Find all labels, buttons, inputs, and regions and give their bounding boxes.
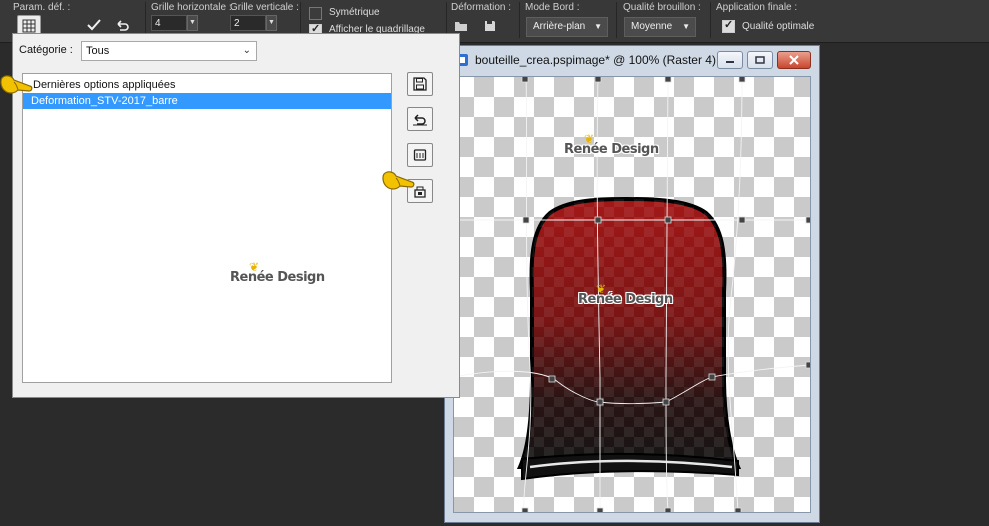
grid-horizontal-input[interactable]: 4 — [151, 15, 187, 31]
image-window-title: bouteille_crea.pspimage* @ 100% (Raster … — [475, 53, 716, 67]
edge-mode-value: Arrière-plan — [533, 21, 586, 32]
toolbar-separator — [519, 2, 520, 38]
resource-icon — [413, 149, 427, 161]
preset-properties-button[interactable] — [407, 143, 433, 167]
list-item-label: Deformation_STV-2017_barre — [31, 95, 178, 107]
draft-quality-label: Qualité brouillon : — [623, 2, 701, 13]
final-apply-label: Application finale : — [716, 2, 798, 13]
grid-vertical-label: Grille verticale : — [230, 2, 299, 13]
grid-horizontal-label: Grille horizontale : — [151, 2, 232, 13]
pointing-hand-icon — [0, 75, 33, 94]
preset-list[interactable]: Dernières options appliquées Deformation… — [22, 73, 392, 383]
close-icon — [789, 55, 799, 65]
reset-preset-button[interactable] — [407, 107, 433, 131]
grid-horizontal-spinner[interactable]: ▼ — [187, 15, 198, 31]
pointing-hand-icon — [382, 171, 415, 190]
edge-mode-label: Mode Bord : — [525, 2, 580, 13]
chevron-down-icon: ▼ — [682, 22, 690, 31]
save-preset-button[interactable] — [407, 72, 433, 96]
image-window[interactable]: bouteille_crea.pspimage* @ 100% (Raster … — [444, 45, 820, 523]
check-icon: ✓ — [724, 19, 734, 31]
maximize-icon — [755, 56, 765, 64]
toolbar-separator — [616, 2, 617, 38]
draft-quality-value: Moyenne — [631, 21, 673, 32]
watermark-text: Renée Design — [564, 142, 659, 157]
list-item-selected[interactable]: Deformation_STV-2017_barre — [23, 93, 391, 109]
folder-icon — [455, 22, 467, 31]
list-item-label: Dernières options appliquées — [33, 79, 176, 91]
minimize-button[interactable] — [717, 51, 743, 69]
chevron-down-icon: ⌄ — [242, 45, 251, 56]
optimal-quality-label: Qualité optimale — [742, 21, 815, 32]
watermark-text: Renée Design — [578, 292, 673, 307]
save-deformation-button[interactable] — [481, 16, 499, 36]
close-button[interactable] — [777, 51, 811, 69]
undo-icon — [117, 20, 129, 31]
toolbar-separator — [710, 2, 711, 38]
reset-button[interactable] — [111, 15, 133, 35]
save-icon — [485, 21, 495, 31]
presets-dialog[interactable]: Catégorie : Tous ⌄ Dernières options app… — [12, 33, 460, 398]
grid-vertical-spinner[interactable]: ▼ — [266, 15, 277, 31]
checkmark-icon — [87, 19, 101, 31]
maximize-button[interactable] — [747, 51, 773, 69]
grid-vertical-input[interactable]: 2 — [230, 15, 266, 31]
draft-quality-dropdown[interactable]: Moyenne ▼ — [624, 17, 696, 37]
presets-label: Param. déf. : — [13, 2, 71, 13]
category-value: Tous — [86, 45, 110, 57]
watermark-text: Renée Design — [230, 270, 325, 285]
image-window-titlebar[interactable]: bouteille_crea.pspimage* @ 100% (Raster … — [445, 46, 819, 74]
minimize-icon — [726, 61, 734, 63]
edge-mode-dropdown[interactable]: Arrière-plan ▼ — [526, 17, 608, 37]
undo-icon — [413, 114, 427, 126]
floppy-disk-icon — [413, 77, 427, 91]
optimal-quality-checkbox[interactable]: ✓ — [722, 19, 735, 33]
category-dropdown[interactable]: Tous ⌄ — [81, 41, 257, 61]
symmetric-label: Symétrique — [329, 7, 380, 18]
category-label: Catégorie : — [19, 44, 73, 56]
list-item[interactable]: Dernières options appliquées — [23, 77, 391, 93]
bottle-base — [521, 452, 739, 481]
apply-button[interactable] — [83, 15, 105, 35]
bottle-texture — [520, 199, 738, 467]
deformation-label: Déformation : — [451, 2, 512, 13]
grid-icon — [22, 19, 36, 33]
image-canvas[interactable]: ❦ Renée Design ❦ Renée Design — [453, 76, 811, 513]
symmetric-checkbox[interactable] — [309, 7, 322, 20]
chevron-down-icon: ▼ — [594, 22, 602, 31]
